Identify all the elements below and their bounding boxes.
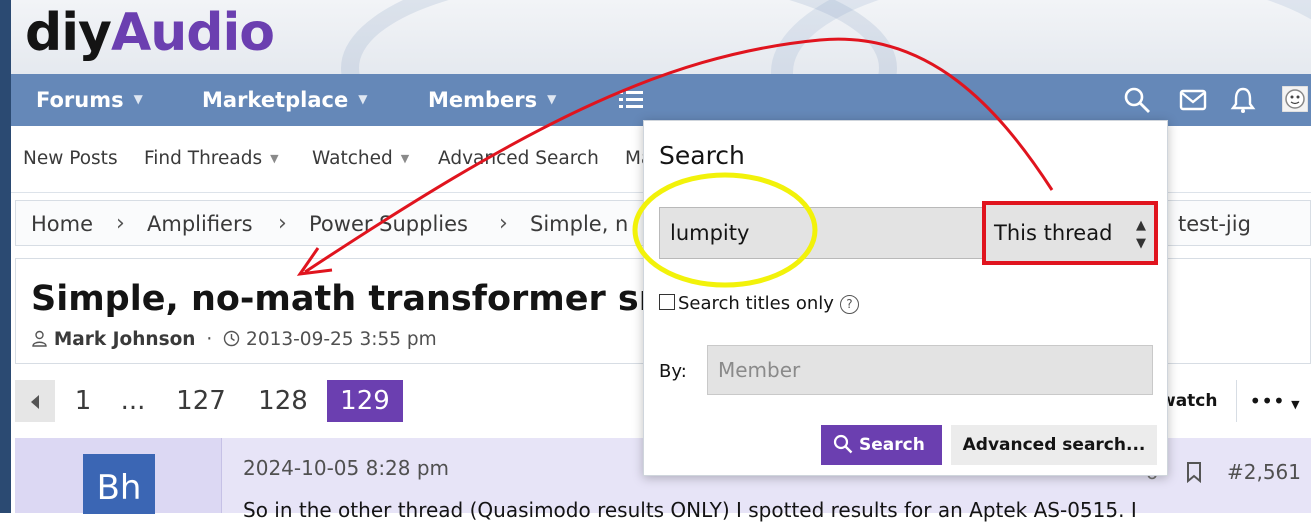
advanced-search-button[interactable]: Advanced search... xyxy=(951,425,1157,465)
tab-forums[interactable]: Forums ▼ xyxy=(36,74,143,126)
site-logo[interactable]: diyAudio xyxy=(25,0,275,66)
main-navbar: Forums ▼ Marketplace ▼ Members ▼ xyxy=(11,74,1311,126)
thread-meta: Mark Johnson · 2013-09-25 3:55 pm xyxy=(31,329,437,350)
clock-icon xyxy=(223,330,240,347)
mail-icon[interactable] xyxy=(1179,86,1207,114)
search-scope-select[interactable]: This thread ▲ ▼ xyxy=(982,201,1158,265)
post-date[interactable]: 2024-10-05 8:28 pm xyxy=(243,456,449,480)
subnav-label: Watched xyxy=(312,148,393,169)
chevron-down-icon: ▼ xyxy=(1291,398,1300,411)
chevron-down-icon[interactable]: ▼ xyxy=(358,73,367,125)
member-field[interactable]: Member xyxy=(707,345,1153,395)
tab-label: Forums xyxy=(36,88,124,112)
titles-only-label: Search titles only xyxy=(678,293,834,314)
window-edge xyxy=(0,0,11,513)
search-submit-button[interactable]: Search xyxy=(821,425,942,465)
subnav-advanced-search[interactable]: Advanced Search xyxy=(438,126,599,192)
titles-only-option[interactable]: Search titles only? xyxy=(659,293,859,314)
post-number: 6 #2,561 xyxy=(1146,460,1301,484)
search-icon xyxy=(833,434,853,454)
page-link[interactable]: 1 xyxy=(67,380,99,422)
logo-text: diy xyxy=(25,3,112,63)
more-menu-button[interactable]: ••• ▼ xyxy=(1236,380,1311,422)
list-icon[interactable] xyxy=(617,86,645,114)
bookmark-icon[interactable] xyxy=(1185,461,1203,484)
tab-label: Members xyxy=(428,88,538,112)
avatar[interactable]: Bh xyxy=(83,454,155,514)
chevron-down-icon[interactable]: ▼ xyxy=(401,126,409,192)
popup-title: Search xyxy=(659,141,745,170)
post-author-panel: Bh xyxy=(15,438,222,514)
search-button-label: Search xyxy=(859,435,925,455)
breadcrumb-home[interactable]: Home xyxy=(31,201,93,247)
select-arrows-icon: ▲ ▼ xyxy=(1136,218,1146,251)
tab-marketplace[interactable]: Marketplace ▼ xyxy=(202,74,367,126)
scope-value: This thread xyxy=(994,221,1113,245)
page-link[interactable]: 128 xyxy=(249,380,317,422)
post-body: So in the other thread (Quasimodo result… xyxy=(243,498,1137,522)
chevron-down-icon[interactable]: ▼ xyxy=(270,126,278,192)
help-icon[interactable]: ? xyxy=(839,295,859,314)
logo-text: Audio xyxy=(110,3,275,63)
search-popup: Search lumpity This thread ▲ ▼ Search tit… xyxy=(643,120,1168,476)
page-link[interactable]: 127 xyxy=(167,380,235,422)
subnav-find-threads[interactable]: Find Threads ▼ xyxy=(144,126,279,194)
meta-separator: · xyxy=(206,329,213,350)
chevron-right-icon: › xyxy=(499,211,508,236)
titles-only-checkbox[interactable] xyxy=(659,294,675,310)
search-icon[interactable] xyxy=(1123,86,1151,114)
prev-page-button[interactable] xyxy=(15,380,55,422)
subnav-watched[interactable]: Watched ▼ xyxy=(312,126,409,194)
breadcrumb-power-supplies[interactable]: Power Supplies xyxy=(309,201,468,247)
breadcrumb-thread-tail[interactable]: test-jig xyxy=(1178,201,1251,247)
tab-label: Marketplace xyxy=(202,88,349,112)
page-current[interactable]: 129 xyxy=(327,380,403,422)
subnav-label: Find Threads xyxy=(144,148,263,169)
page-jump[interactable]: ... xyxy=(115,380,151,422)
avatar[interactable] xyxy=(1282,86,1308,112)
page-title: Simple, no-math transformer snubb xyxy=(31,279,739,319)
more-icon: ••• xyxy=(1249,389,1285,413)
chevron-down-icon[interactable]: ▼ xyxy=(134,73,143,125)
header-decoration xyxy=(771,0,1311,74)
chevron-down-icon[interactable]: ▼ xyxy=(547,73,556,125)
by-label: By: xyxy=(659,361,687,382)
bell-icon[interactable] xyxy=(1229,86,1257,114)
subnav-new-posts[interactable]: New Posts xyxy=(23,126,118,192)
tab-members[interactable]: Members ▼ xyxy=(428,74,556,126)
watch-button[interactable]: watch xyxy=(1160,380,1230,422)
thread-date[interactable]: 2013-09-25 3:55 pm xyxy=(246,329,437,350)
chevron-left-icon xyxy=(31,395,39,409)
site-header: diyAudio xyxy=(11,0,1311,74)
chevron-right-icon: › xyxy=(116,211,125,236)
chevron-right-icon: › xyxy=(278,211,287,236)
user-icon xyxy=(32,330,47,347)
breadcrumb-thread[interactable]: Simple, n xyxy=(530,201,628,247)
post-number-link[interactable]: #2,561 xyxy=(1227,460,1301,484)
thread-author[interactable]: Mark Johnson xyxy=(54,329,196,350)
breadcrumb-amplifiers[interactable]: Amplifiers xyxy=(147,201,253,247)
